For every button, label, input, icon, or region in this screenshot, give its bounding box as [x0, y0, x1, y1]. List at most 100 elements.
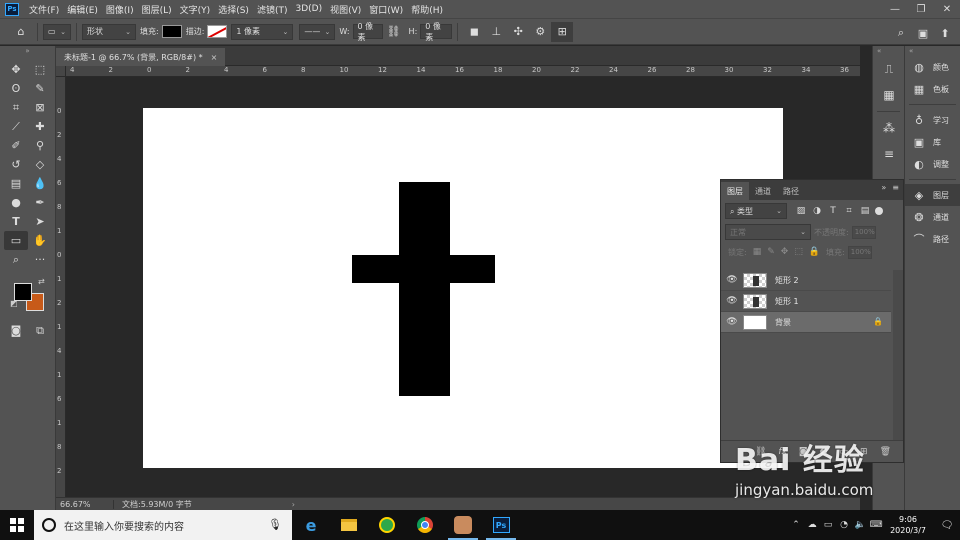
pen-tool-icon[interactable]: ✒ — [28, 193, 52, 212]
filter-type-icon[interactable]: T — [825, 206, 841, 216]
stroke-type-select[interactable]: —— ⌄ — [299, 23, 336, 40]
fill-field[interactable]: 100% — [847, 245, 872, 259]
ruler-origin[interactable] — [56, 66, 66, 77]
home-icon[interactable]: ⌂ — [10, 22, 32, 42]
lock-transparent-icon[interactable]: ▦ — [753, 247, 762, 257]
menu-view[interactable]: 视图(V) — [326, 3, 365, 16]
more-tools-icon[interactable]: ··· — [28, 250, 52, 269]
screen-mode-icon[interactable]: ⧉ — [28, 321, 52, 340]
status-menu-icon[interactable]: › — [292, 500, 295, 509]
eyedropper-tool-icon[interactable]: ⟋ — [4, 117, 28, 136]
layer-background[interactable]: 👁 背景 🔒 — [721, 312, 891, 333]
collapse-panel-icon[interactable]: » — [881, 183, 886, 192]
link-layers-icon[interactable]: ⛓ — [755, 447, 766, 457]
collapse-dock-icon[interactable]: « — [905, 46, 960, 56]
frame-tool-icon[interactable]: ⊠ — [28, 98, 52, 117]
menu-filter[interactable]: 滤镜(T) — [253, 3, 292, 16]
link-icon[interactable]: ⛓ — [383, 22, 405, 42]
new-adjustment-layer-icon[interactable]: ◐ — [820, 447, 828, 457]
learn-panel-button[interactable]: ♁ 学习 — [905, 109, 960, 131]
collapse-toolbox-icon[interactable]: » — [0, 46, 55, 56]
start-button[interactable] — [0, 510, 34, 540]
height-field[interactable]: 0 像素 — [420, 22, 453, 42]
swap-colors-icon[interactable]: ⇄ — [38, 277, 45, 286]
stroke-width-field[interactable]: 1 像素 ⌄ — [231, 23, 294, 40]
avatar-app[interactable] — [444, 510, 482, 540]
search-icon[interactable]: ⌕ — [890, 23, 912, 43]
eraser-tool-icon[interactable]: ◇ — [28, 155, 52, 174]
stamp-tool-icon[interactable]: ⚲ — [28, 136, 52, 155]
path-selection-tool-icon[interactable]: ➤ — [28, 212, 52, 231]
battery-icon[interactable]: ▭ — [820, 520, 836, 530]
close-button[interactable]: ✕ — [934, 0, 960, 18]
document-canvas[interactable] — [143, 108, 783, 468]
menu-3d[interactable]: 3D(D) — [291, 4, 326, 14]
vertical-ruler[interactable]: 0246810121416182 — [56, 77, 66, 497]
path-arrangement-icon[interactable]: ✣ — [507, 22, 529, 42]
lock-all-icon[interactable]: 🔒 — [809, 247, 820, 257]
taskbar-clock[interactable]: 9:06 2020/3/7 — [890, 514, 926, 536]
close-tab-icon[interactable]: × — [211, 53, 218, 62]
foreground-color-swatch[interactable] — [14, 283, 32, 301]
microphone-icon[interactable]: 🎙 — [268, 518, 282, 531]
eye-icon[interactable]: 👁 — [721, 275, 743, 285]
taskbar-search[interactable]: 在这里输入你要搜索的内容 🎙 — [34, 510, 292, 540]
menu-file[interactable]: 文件(F) — [25, 3, 63, 16]
filter-shape-icon[interactable]: ⌗ — [841, 206, 857, 216]
tool-mode-select[interactable]: 形状 ⌄ — [82, 23, 136, 40]
path-operations-icon[interactable]: ◼ — [463, 22, 485, 42]
eye-icon[interactable]: 👁 — [721, 317, 743, 327]
layer-filter-select[interactable]: ⌕ 类型 ⌄ — [725, 203, 787, 219]
layer-rectangle-2[interactable]: 👁 矩形 2 — [721, 270, 891, 291]
tab-paths[interactable]: 路径 — [777, 182, 805, 200]
align-edges-icon[interactable]: ⊞ — [551, 21, 574, 42]
lasso-tool-icon[interactable]: ʘ — [4, 79, 28, 98]
layer-rectangle-1[interactable]: 👁 矩形 1 — [721, 291, 891, 312]
libraries-panel-button[interactable]: ▣ 库 — [905, 131, 960, 153]
green-app[interactable] — [368, 510, 406, 540]
restore-button[interactable]: ❐ — [908, 0, 934, 18]
marquee-tool-icon[interactable]: ⬚ — [28, 60, 52, 79]
menu-layer[interactable]: 图层(L) — [138, 3, 176, 16]
brush-tool-icon[interactable]: ✐ — [4, 136, 28, 155]
filter-smart-object-icon[interactable]: ▤ — [857, 206, 873, 216]
menu-select[interactable]: 选择(S) — [214, 3, 253, 16]
type-tool-icon[interactable]: T — [4, 212, 28, 231]
healing-brush-tool-icon[interactable]: ✚ — [28, 117, 52, 136]
opacity-field[interactable]: 100% — [851, 225, 876, 239]
network-icon[interactable]: ◔ — [836, 520, 852, 530]
volume-icon[interactable]: 🔈 — [852, 520, 868, 530]
document-tab[interactable]: 未标题-1 @ 66.7% (背景, RGB/8#) * × — [56, 48, 226, 66]
menu-image[interactable]: 图像(I) — [102, 3, 138, 16]
gradient-tool-icon[interactable]: ▤ — [4, 174, 28, 193]
history-panel-icon[interactable]: ⎍ — [873, 56, 905, 82]
menu-help[interactable]: 帮助(H) — [407, 3, 447, 16]
layer-style-icon[interactable]: fx — [778, 447, 787, 457]
paths-panel-button[interactable]: ⌒ 路径 — [905, 228, 960, 250]
path-alignment-icon[interactable]: ⊥ — [485, 22, 507, 42]
tab-layers[interactable]: 图层 — [721, 182, 749, 200]
zoom-level[interactable]: 66.67% — [56, 499, 114, 509]
eye-icon[interactable]: 👁 — [721, 296, 743, 306]
fill-swatch[interactable] — [161, 25, 182, 38]
channels-panel-button[interactable]: ❂ 通道 — [905, 206, 960, 228]
cloud-icon[interactable]: ☁ — [804, 520, 820, 530]
layers-scrollbar[interactable] — [893, 270, 903, 440]
add-mask-icon[interactable]: ◙ — [799, 447, 808, 457]
quick-select-tool-icon[interactable]: ✎ — [28, 79, 52, 98]
brushes-panel-icon[interactable]: ≡ — [873, 141, 905, 167]
menu-window[interactable]: 窗口(W) — [365, 3, 407, 16]
horizontal-ruler[interactable]: 4 2 0 2 4 6 8 10 12 14 16 18 20 22 24 26 28 30 32 34 36 — [66, 66, 860, 77]
notification-icon[interactable]: 🗨 — [934, 520, 960, 531]
filter-pixel-icon[interactable]: ▨ — [793, 206, 809, 216]
tab-channels[interactable]: 通道 — [749, 182, 777, 200]
new-group-icon[interactable]: ▭ — [840, 447, 849, 457]
lock-position-icon[interactable]: ✥ — [781, 247, 789, 257]
stroke-swatch[interactable] — [207, 25, 228, 38]
lock-artboard-icon[interactable]: ⬚ — [794, 247, 803, 257]
collapse-strip-icon[interactable]: « — [873, 46, 904, 56]
rectangle-1-shape[interactable] — [399, 182, 450, 396]
menu-edit[interactable]: 编辑(E) — [63, 3, 102, 16]
input-method-icon[interactable]: ⌨ — [868, 520, 884, 530]
delete-layer-icon[interactable]: 🗑 — [880, 447, 891, 457]
